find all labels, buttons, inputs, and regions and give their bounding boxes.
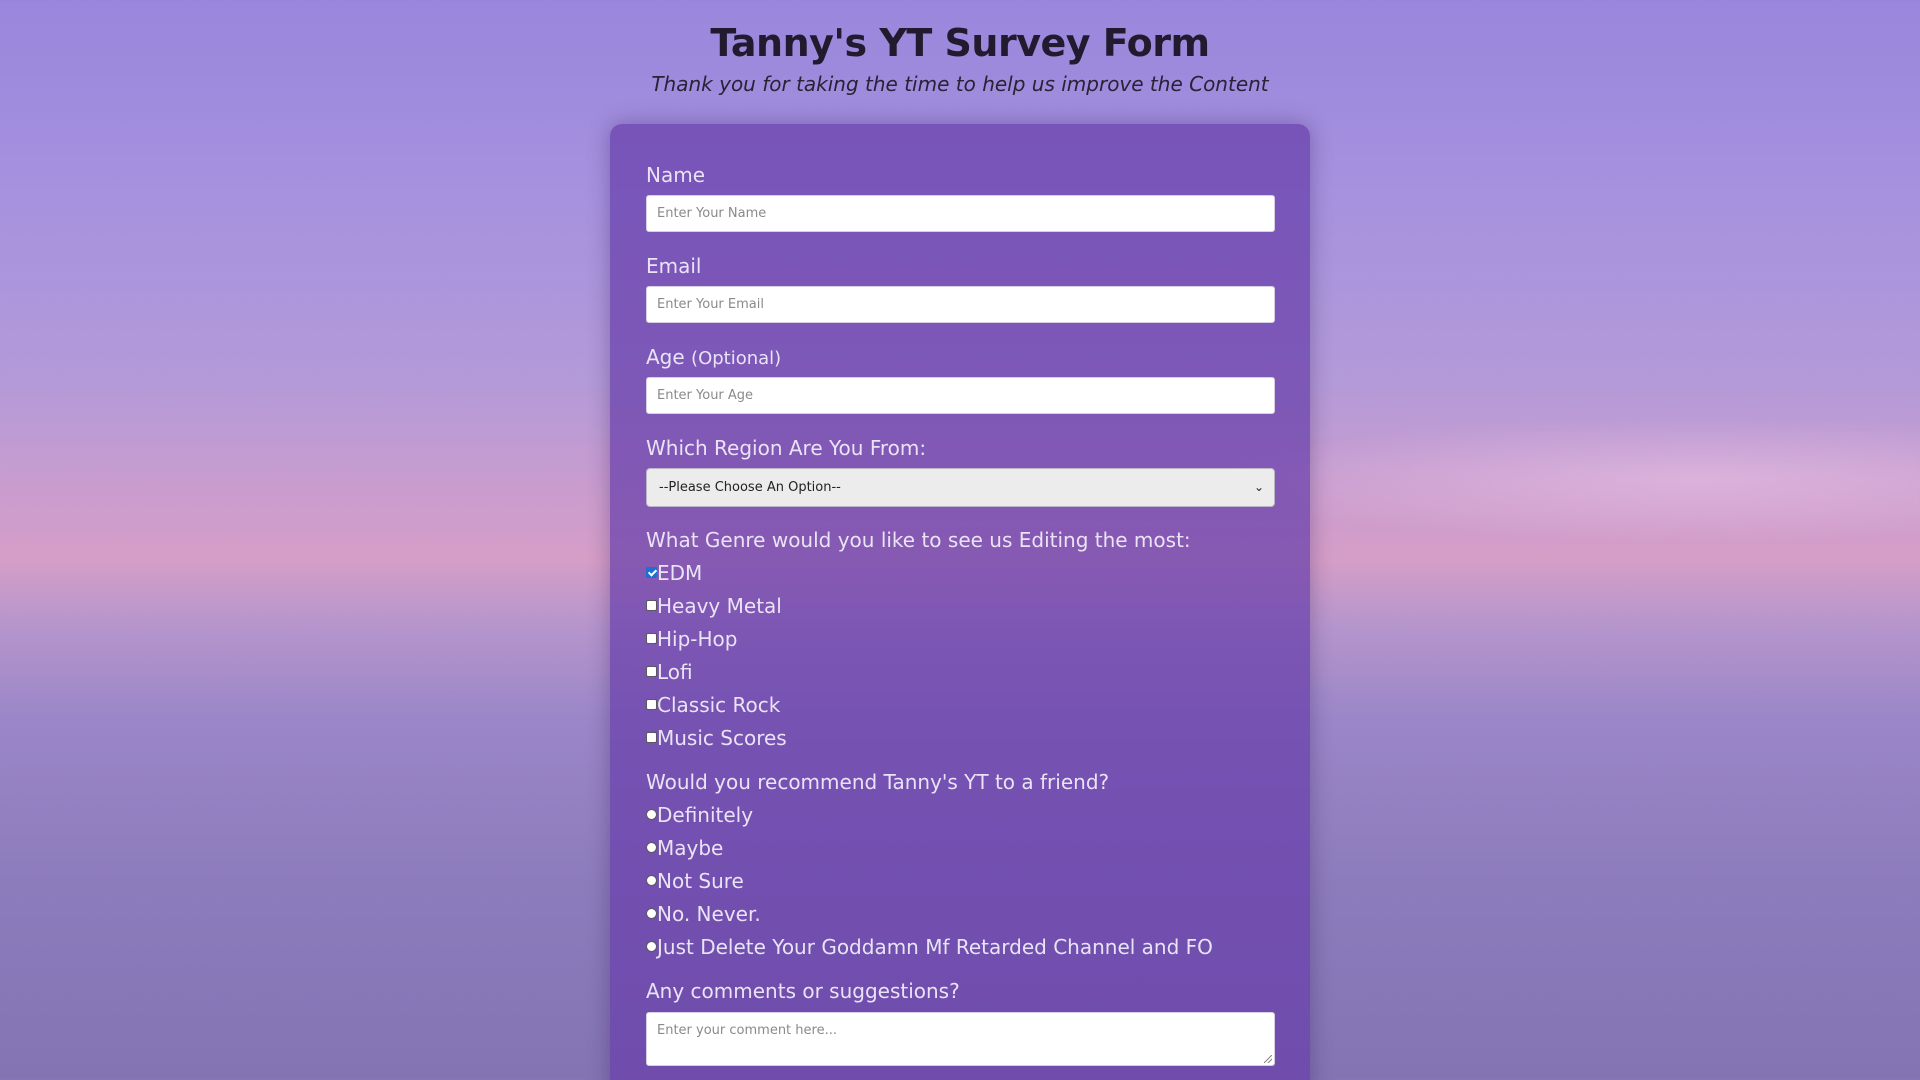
recommend-option-label: Not Sure [657,869,744,893]
recommend-option-label: Definitely [657,803,754,827]
email-label: Email [646,254,702,278]
recommend-option-no-never[interactable]: No. Never. [646,901,761,927]
age-label: Age (Optional) [646,344,781,372]
genre-option-music-scores[interactable]: Music Scores [646,725,787,751]
recommend-option-not-sure[interactable]: Not Sure [646,868,744,894]
resize-handle-icon[interactable] [1264,1055,1272,1063]
survey-form: Name Email Age (Optional) Which Region A… [610,124,1310,1080]
comments-placeholder: Enter your comment here... [657,1023,837,1038]
genre-option-label: EDM [657,561,703,585]
recommend-option-label: Just Delete Your Goddamn Mf Retarded Cha… [657,935,1213,959]
comments-textarea[interactable]: Enter your comment here... [646,1012,1275,1066]
genre-option-heavy-metal[interactable]: Heavy Metal [646,593,782,619]
age-input[interactable] [646,377,1275,414]
region-select[interactable]: --Please Choose An Option-- ⌄ [646,468,1275,507]
survey-page: Tanny's YT Survey Form Thank you for tak… [0,0,1920,1080]
email-input[interactable] [646,286,1275,323]
age-label-text: Age [646,345,685,369]
radio-button[interactable] [646,809,657,820]
genre-label: What Genre would you like to see us Edit… [646,528,1191,552]
name-input[interactable] [646,195,1275,232]
region-label: Which Region Are You From: [646,436,927,460]
genre-option-classic-rock[interactable]: Classic Rock [646,692,780,718]
checkbox[interactable] [646,600,657,611]
genre-option-label: Classic Rock [657,693,781,717]
page-title: Tanny's YT Survey Form [710,21,1210,65]
comments-label: Any comments or suggestions? [646,979,960,1003]
genre-option-label: Heavy Metal [657,594,782,618]
genre-option-label: Hip-Hop [657,627,738,651]
recommend-option-maybe[interactable]: Maybe [646,835,723,861]
chevron-down-icon: ⌄ [1253,480,1264,494]
radio-button[interactable] [646,842,657,853]
checkbox[interactable] [646,732,657,743]
page-subtitle: Thank you for taking the time to help us… [651,72,1269,96]
genre-option-label: Lofi [657,660,693,684]
recommend-option-label: Maybe [657,836,724,860]
page-header: Tanny's YT Survey Form Thank you for tak… [0,18,1920,98]
checkbox[interactable] [646,699,657,710]
recommend-label: Would you recommend Tanny's YT to a frie… [646,770,1110,794]
radio-button[interactable] [646,941,657,952]
recommend-option-label: No. Never. [657,902,761,926]
genre-option-hip-hop[interactable]: Hip-Hop [646,626,737,652]
checkbox[interactable] [646,633,657,644]
name-label: Name [646,163,706,187]
genre-option-edm[interactable]: EDM [646,560,702,586]
checkbox[interactable] [646,666,657,677]
region-select-value: --Please Choose An Option-- [659,480,841,495]
age-optional-note: (Optional) [691,348,782,369]
checkbox-checked[interactable] [646,567,657,578]
radio-button[interactable] [646,875,657,886]
recommend-option-definitely[interactable]: Definitely [646,802,753,828]
recommend-option-delete-channel[interactable]: Just Delete Your Goddamn Mf Retarded Cha… [646,934,1213,960]
radio-button[interactable] [646,908,657,919]
genre-option-lofi[interactable]: Lofi [646,659,693,685]
genre-option-label: Music Scores [657,726,787,750]
